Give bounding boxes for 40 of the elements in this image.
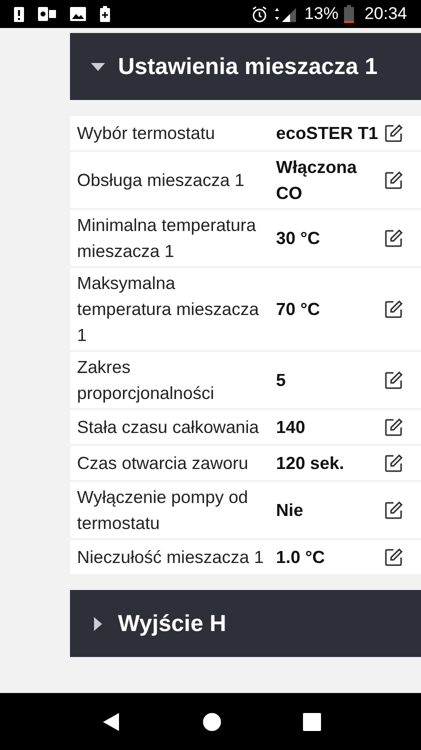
section-header[interactable]: Wyjście H xyxy=(70,590,421,657)
back-icon[interactable] xyxy=(100,712,120,732)
signal-icon xyxy=(274,6,298,22)
edit-icon[interactable] xyxy=(384,228,403,248)
edit-icon[interactable] xyxy=(384,418,403,436)
setting-label: Stała czasu całkowania xyxy=(77,416,260,439)
setting-label: Obsługa mieszacza 1 xyxy=(77,169,246,192)
edit-icon[interactable] xyxy=(384,500,403,520)
setting-value: 140 xyxy=(276,416,306,439)
setting-label: Wybór termostatu xyxy=(77,122,216,145)
image-icon xyxy=(70,7,86,21)
edit-icon[interactable] xyxy=(384,300,403,318)
setting-value: 70 °C xyxy=(276,298,321,321)
edit-icon[interactable] xyxy=(384,370,403,390)
setting-label: Czas otwarcia zaworu xyxy=(77,452,250,475)
setting-label: Maksymalna temperatura mieszacza 1 xyxy=(77,272,260,347)
alarm-icon xyxy=(251,6,268,22)
setting-value: Nie xyxy=(276,499,304,522)
setting-label: Minimalna temperatura mieszacza 1 xyxy=(77,214,257,263)
battery-charging-icon xyxy=(100,6,110,22)
edit-icon[interactable] xyxy=(384,454,403,472)
setting-value: 30 °C xyxy=(276,227,321,250)
edit-icon[interactable] xyxy=(384,548,403,566)
setting-value: 1.0 °C xyxy=(276,546,326,569)
battery-icon xyxy=(344,5,354,23)
setting-value: 5 xyxy=(276,369,287,392)
setting-label: Zakres proporcjonalności xyxy=(77,356,216,405)
clock: 20:34 xyxy=(364,3,407,26)
setting-value: Włączona CO xyxy=(276,156,358,205)
section-header[interactable]: Ustawienia mieszacza 1 xyxy=(70,33,421,100)
setting-value: ecoSTER T1 xyxy=(276,122,380,145)
home-icon[interactable] xyxy=(202,712,222,732)
recents-icon[interactable] xyxy=(302,712,320,730)
edit-icon[interactable] xyxy=(384,170,403,190)
battery-percentage: 13% xyxy=(304,3,338,26)
setting-label: Nieczułość mieszacza 1 xyxy=(77,546,265,569)
setting-value: 120 sek. xyxy=(276,452,346,475)
alert-icon xyxy=(14,6,24,22)
setting-label: Wyłączenie pompy od termostatu xyxy=(77,486,250,535)
edit-icon[interactable] xyxy=(384,124,403,142)
